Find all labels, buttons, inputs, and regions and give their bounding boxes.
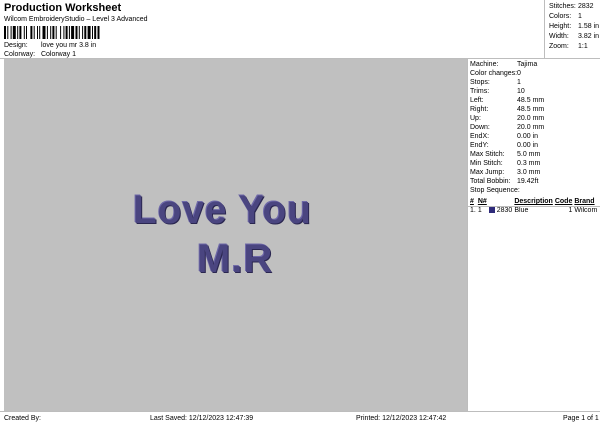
design-label: Design:: [4, 42, 28, 49]
info-down: Down: 20.0 mm: [470, 124, 545, 131]
barcode-bar: [97, 26, 100, 39]
barcode-bar: [71, 26, 75, 39]
barcode-bar: [78, 26, 80, 39]
design-value: love you mr 3.8 in: [40, 42, 97, 49]
barcode-bar: [7, 26, 9, 39]
col-header-description: Description: [514, 198, 553, 205]
row-index: 1.: [470, 207, 476, 214]
stop-sequence-label: Stop Sequence:: [470, 187, 520, 194]
thread-swatch-icon: [488, 207, 495, 214]
row-n: 1: [477, 207, 482, 214]
info-max-jump: Max Jump: 3.0 mm: [470, 169, 541, 176]
stats-box: Stitches: 2832 Colors: 1 Height: 1.58 in Wi…: [544, 0, 600, 59]
barcode-bar: [12, 26, 16, 39]
col-header-swatch: [489, 197, 515, 206]
barcode-bar: [50, 26, 52, 39]
barcode-bar: [92, 26, 93, 39]
barcode-bar: [46, 26, 48, 39]
stat-colors: Colors: 1: [549, 13, 582, 20]
table-row[interactable]: 1. 1 2830 Blue 1 Wilcom: [470, 206, 599, 215]
barcode-bar: [75, 26, 78, 39]
barcode-bar: [33, 26, 35, 39]
barcode-bar: [55, 26, 57, 39]
info-left: Left: 48.5 mm: [470, 97, 545, 104]
info-color-changes: Color changes:0: [470, 70, 521, 77]
barcode-bar: [82, 26, 84, 39]
row-stitches: 2830: [488, 206, 515, 215]
stat-stitches: Stitches: 2832: [549, 3, 594, 10]
stat-zoom: Zoom: 1:1: [549, 43, 588, 50]
info-min-stitch: Min Stitch: 0.3 mm: [470, 160, 541, 167]
barcode-bar: [84, 26, 87, 39]
footer: Created By: Last Saved: 12/12/2023 12:47…: [0, 411, 600, 425]
col-header-code: Code: [554, 198, 573, 205]
printed-date: Printed: 12/12/2023 12:47:42: [356, 415, 447, 422]
table-divider: [468, 206, 600, 207]
embroidery-text-line-1: Love You: [133, 188, 312, 232]
info-max-stitch: Max Stitch: 5.0 mm: [470, 151, 541, 158]
info-trims: Trims: 10: [470, 88, 525, 95]
barcode-bar: [68, 26, 70, 39]
design-row: Design: love you mr 3.8 in: [4, 41, 96, 50]
col-header-index: #: [470, 198, 474, 205]
barcode-bar: [4, 26, 6, 39]
row-code: 1: [568, 207, 573, 214]
software-subtitle: Wilcom EmbroideryStudio – Level 3 Advanc…: [4, 16, 148, 23]
barcode-bar: [10, 26, 12, 39]
info-endy: EndY: 0.00 in: [470, 142, 539, 149]
col-header-n: N#: [477, 198, 487, 205]
barcode-bar: [52, 26, 55, 39]
page-title: Production Worksheet: [4, 2, 122, 14]
barcode-bar: [87, 26, 91, 39]
barcode-bar: [94, 26, 97, 39]
page-number: Page 1 of 1: [563, 415, 599, 422]
stat-height: Height: 1.58 in: [549, 23, 600, 30]
barcode-bar: [37, 26, 38, 39]
info-total-bobbin: Total Bobbin: 19.42ft: [470, 178, 539, 185]
info-up: Up: 20.0 mm: [470, 115, 545, 122]
col-header-brand: Brand: [574, 198, 595, 205]
barcode-bar: [42, 26, 46, 39]
barcode-bar: [60, 26, 62, 39]
last-saved: Last Saved: 12/12/2023 12:47:39: [150, 415, 254, 422]
table-header-row: # N# Description Code Brand: [470, 197, 599, 206]
info-endx: EndX: 0.00 in: [470, 133, 539, 140]
created-by: Created By:: [4, 415, 41, 422]
embroidery-text-line-2: M.R: [197, 237, 274, 281]
barcode-bar: [17, 26, 19, 39]
barcode-bar: [63, 26, 65, 39]
barcode-bar: [30, 26, 33, 39]
barcode-bar: [39, 26, 41, 39]
design-canvas[interactable]: [4, 59, 467, 411]
row-brand: Wilcom: [574, 207, 598, 214]
info-right: Right: 48.5 mm: [470, 106, 545, 113]
barcode-icon: [4, 26, 100, 39]
info-stops: Stops: 1: [470, 79, 521, 86]
colorway-value: Colorway 1: [40, 51, 76, 58]
stat-width: Width: 3.82 in: [549, 33, 600, 40]
info-panel: Machine: Tajima Color changes:0 Stops: 1 T…: [468, 59, 600, 411]
info-machine: Machine: Tajima: [470, 61, 538, 68]
row-description: Blue: [514, 207, 529, 214]
barcode-bar: [65, 26, 68, 39]
barcode-bar: [26, 26, 27, 39]
barcode-bar: [19, 26, 22, 39]
barcode-bar: [23, 26, 25, 39]
